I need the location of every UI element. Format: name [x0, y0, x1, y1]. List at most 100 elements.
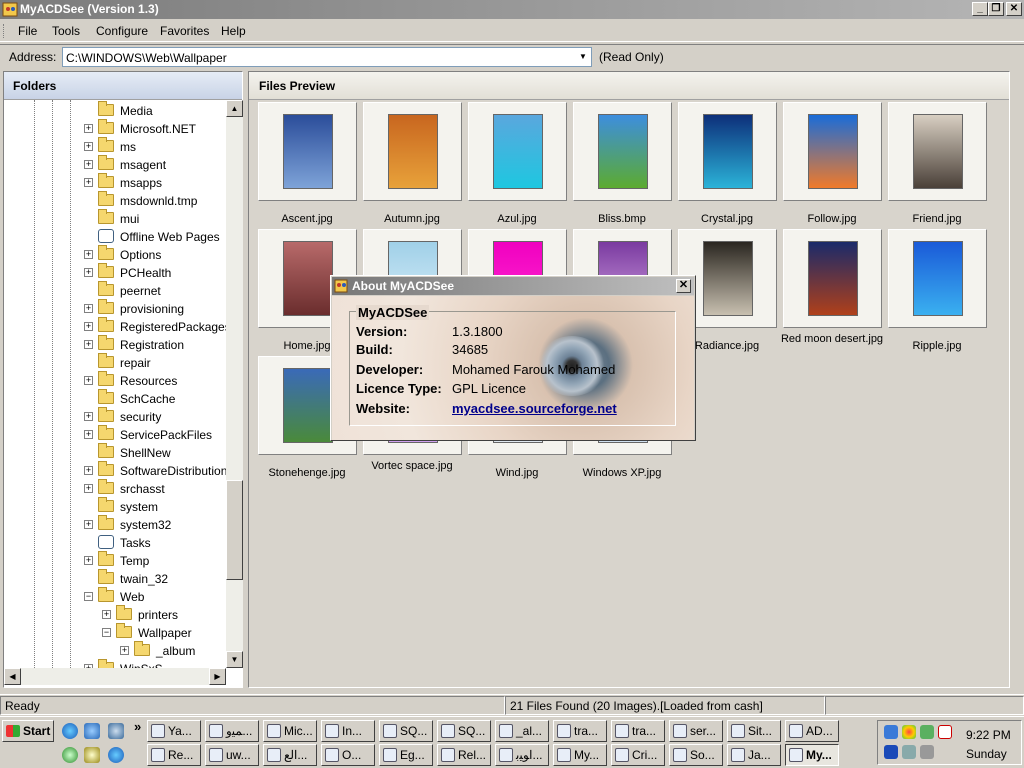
address-input[interactable]: C:\WINDOWS\Web\Wallpaper ▼: [62, 47, 592, 67]
thumbnail-caption[interactable]: Crystal.jpg: [672, 213, 782, 225]
taskbar-button[interactable]: ﺍﻟﻊ...: [263, 744, 317, 766]
folder-tree-item[interactable]: − Wallpaper: [4, 623, 224, 642]
expand-icon[interactable]: +: [84, 466, 93, 475]
folder-tree-item[interactable]: + system32: [4, 515, 224, 534]
thumbnail-caption[interactable]: Follow.jpg: [777, 213, 887, 225]
expand-icon[interactable]: +: [84, 340, 93, 349]
folder-tree-item[interactable]: Offline Web Pages: [4, 228, 224, 246]
expand-icon[interactable]: +: [84, 484, 93, 493]
taskbar-button[interactable]: Re...: [147, 744, 201, 766]
expand-icon[interactable]: +: [84, 304, 93, 313]
folder-tree-item[interactable]: + security: [4, 407, 224, 426]
thumbnail-tile[interactable]: [678, 102, 777, 201]
thumbnail-tile[interactable]: [783, 229, 882, 328]
taskbar-button[interactable]: AD...: [785, 720, 839, 742]
maximize-button[interactable]: ❐: [988, 2, 1004, 16]
chrome-icon[interactable]: [902, 725, 916, 739]
expand-icon[interactable]: +: [84, 376, 93, 385]
expand-icon[interactable]: +: [84, 142, 93, 151]
printer-tray-icon[interactable]: [902, 745, 916, 759]
menu-favorites[interactable]: Favorites: [160, 24, 209, 38]
folder-tree-item[interactable]: + Registration: [4, 335, 224, 354]
outlook-icon[interactable]: [84, 723, 100, 739]
messenger-tray-icon[interactable]: [920, 725, 934, 739]
folder-tree[interactable]: Media + Microsoft.NET + ms + msagent + msapps msd…: [4, 100, 226, 668]
expand-icon[interactable]: +: [84, 412, 93, 421]
title-bar[interactable]: MyACDSee (Version 1.3) _ ❐ ✕: [0, 0, 1024, 19]
folder-tree-item[interactable]: − Web: [4, 587, 224, 606]
internet-explorer-icon-2[interactable]: [108, 747, 124, 763]
folder-tree-item[interactable]: system: [4, 497, 224, 516]
folder-tree-item[interactable]: + srchasst: [4, 479, 224, 498]
menu-file[interactable]: File: [18, 24, 37, 38]
app-icon[interactable]: [2, 2, 18, 17]
thumbnail-caption[interactable]: Vortec space.jpg: [357, 460, 467, 472]
expand-icon[interactable]: +: [84, 250, 93, 259]
close-button[interactable]: ✕: [1006, 2, 1022, 16]
thumbnail-caption[interactable]: Wind.jpg: [462, 467, 572, 479]
thumbnail-caption[interactable]: Friend.jpg: [882, 213, 992, 225]
menu-grip[interactable]: [3, 24, 6, 38]
about-close-button[interactable]: ✕: [676, 279, 691, 293]
taskbar-button[interactable]: _al...: [495, 720, 549, 742]
taskbar-button[interactable]: ﺍﻮﻴﺑ...: [495, 744, 549, 766]
thumbnail-caption[interactable]: Bliss.bmp: [567, 213, 677, 225]
media-player-icon[interactable]: [62, 747, 78, 763]
volume-icon[interactable]: [920, 745, 934, 759]
taskbar-button[interactable]: Eg...: [379, 744, 433, 766]
clock-time[interactable]: 9:22 PM: [966, 728, 1011, 742]
thumbnail-tile[interactable]: [888, 229, 987, 328]
folder-tree-item[interactable]: + ms: [4, 137, 224, 156]
show-desktop-icon[interactable]: [108, 723, 124, 739]
folder-tree-item[interactable]: msdownld.tmp: [4, 191, 224, 210]
expand-icon[interactable]: +: [84, 160, 93, 169]
taskbar-button[interactable]: ser...: [669, 720, 723, 742]
network-icon[interactable]: [884, 725, 898, 739]
folder-tree-item[interactable]: mui: [4, 209, 224, 228]
expand-icon[interactable]: +: [84, 124, 93, 133]
folder-tree-item[interactable]: peernet: [4, 281, 224, 300]
taskbar-button[interactable]: So...: [669, 744, 723, 766]
folder-tree-item[interactable]: + Microsoft.NET: [4, 119, 224, 138]
scroll-up-icon[interactable]: ▲: [226, 100, 243, 117]
thumbnail-tile[interactable]: [573, 102, 672, 201]
taskbar-button[interactable]: My...: [553, 744, 607, 766]
thumbnail-tile[interactable]: [363, 102, 462, 201]
scroll-thumb[interactable]: [226, 480, 243, 580]
folder-tree-item[interactable]: + msagent: [4, 155, 224, 174]
taskbar-button[interactable]: In...: [321, 720, 375, 742]
taskbar-button[interactable]: Cri...: [611, 744, 665, 766]
folder-tree-item[interactable]: + _album: [4, 641, 224, 660]
folder-tree-item[interactable]: Tasks: [4, 534, 224, 552]
thumbnail-caption[interactable]: Azul.jpg: [462, 213, 572, 225]
folders-vertical-scrollbar[interactable]: ▲ ▼: [226, 100, 243, 668]
expand-icon[interactable]: +: [84, 268, 93, 277]
thumbnail-tile[interactable]: [783, 102, 882, 201]
thumbnail-tile[interactable]: [468, 102, 567, 201]
folder-tree-item[interactable]: Media: [4, 101, 224, 120]
thumbnail-caption[interactable]: Windows XP.jpg: [567, 467, 677, 479]
folder-tree-item[interactable]: + SoftwareDistribution: [4, 461, 226, 480]
folder-tree-item[interactable]: repair: [4, 353, 224, 372]
taskbar-button[interactable]: Sit...: [727, 720, 781, 742]
folders-horizontal-scrollbar[interactable]: ◀ ▶: [4, 668, 226, 685]
audio-tray-icon[interactable]: [884, 745, 898, 759]
taskbar-button[interactable]: uw...: [205, 744, 259, 766]
address-dropdown-icon[interactable]: ▼: [576, 49, 590, 65]
quicklaunch-chevron-icon[interactable]: »: [134, 719, 141, 734]
collapse-icon[interactable]: −: [102, 628, 111, 637]
minimize-button[interactable]: _: [972, 2, 988, 16]
taskbar-button[interactable]: SQ...: [379, 720, 433, 742]
internet-explorer-icon[interactable]: [62, 723, 78, 739]
scroll-down-icon[interactable]: ▼: [226, 651, 243, 668]
menu-tools[interactable]: Tools: [52, 24, 80, 38]
expand-icon[interactable]: +: [84, 322, 93, 331]
collapse-icon[interactable]: −: [84, 592, 93, 601]
expand-icon[interactable]: +: [84, 520, 93, 529]
thumbnail-tile[interactable]: [258, 102, 357, 201]
menu-configure[interactable]: Configure: [96, 24, 148, 38]
messenger-icon[interactable]: [84, 747, 100, 763]
thumbnail-caption[interactable]: Stonehenge.jpg: [252, 467, 362, 479]
folder-tree-item[interactable]: + PCHealth: [4, 263, 224, 282]
folder-tree-item[interactable]: ShellNew: [4, 443, 224, 462]
